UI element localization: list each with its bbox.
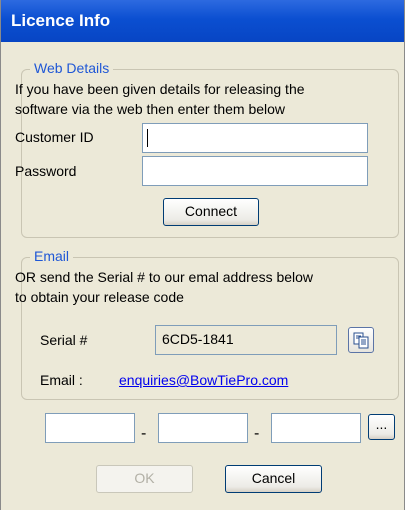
serial-label: Serial # (40, 332, 88, 348)
browse-button[interactable]: ... (368, 414, 395, 440)
title-bar: Licence Info (1, 0, 404, 42)
copy-serial-button[interactable] (348, 327, 374, 353)
licence-info-window: Licence Info Web Details If you have bee… (0, 0, 405, 510)
release-code-part3-input[interactable] (271, 413, 361, 443)
connect-button[interactable]: Connect (163, 198, 259, 226)
window-title: Licence Info (11, 11, 111, 30)
release-code-part1-input[interactable] (45, 413, 135, 443)
email-description-line1: OR send the Serial # to our emal address… (15, 269, 314, 285)
release-code-separator-1: - (141, 425, 147, 442)
web-details-description-line2: software via the web then enter them bel… (15, 101, 286, 117)
customer-id-input[interactable] (142, 123, 368, 153)
web-details-description-line1: If you have been given details for relea… (15, 81, 305, 97)
release-code-separator-2: - (254, 425, 260, 442)
email-address-link[interactable]: enquiries@BowTiePro.com (119, 370, 288, 390)
web-details-legend: Web Details (30, 60, 114, 76)
password-label: Password (15, 163, 77, 179)
ok-button[interactable]: OK (96, 465, 193, 493)
email-legend: Email (30, 248, 74, 264)
serial-field[interactable]: 6CD5-1841 (155, 325, 337, 355)
email-label: Email : (40, 372, 83, 388)
release-code-part2-input[interactable] (158, 413, 248, 443)
password-input[interactable] (142, 156, 368, 186)
cancel-button[interactable]: Cancel (225, 465, 322, 493)
email-group: Email OR send the Serial # to our emal a… (15, 248, 399, 400)
text-caret (147, 129, 148, 147)
email-description-line2: to obtain your release code (15, 289, 184, 305)
web-details-group: Web Details If you have been given detai… (15, 60, 399, 238)
customer-id-label: Customer ID (15, 129, 94, 145)
copy-clipboard-icon (353, 332, 369, 349)
